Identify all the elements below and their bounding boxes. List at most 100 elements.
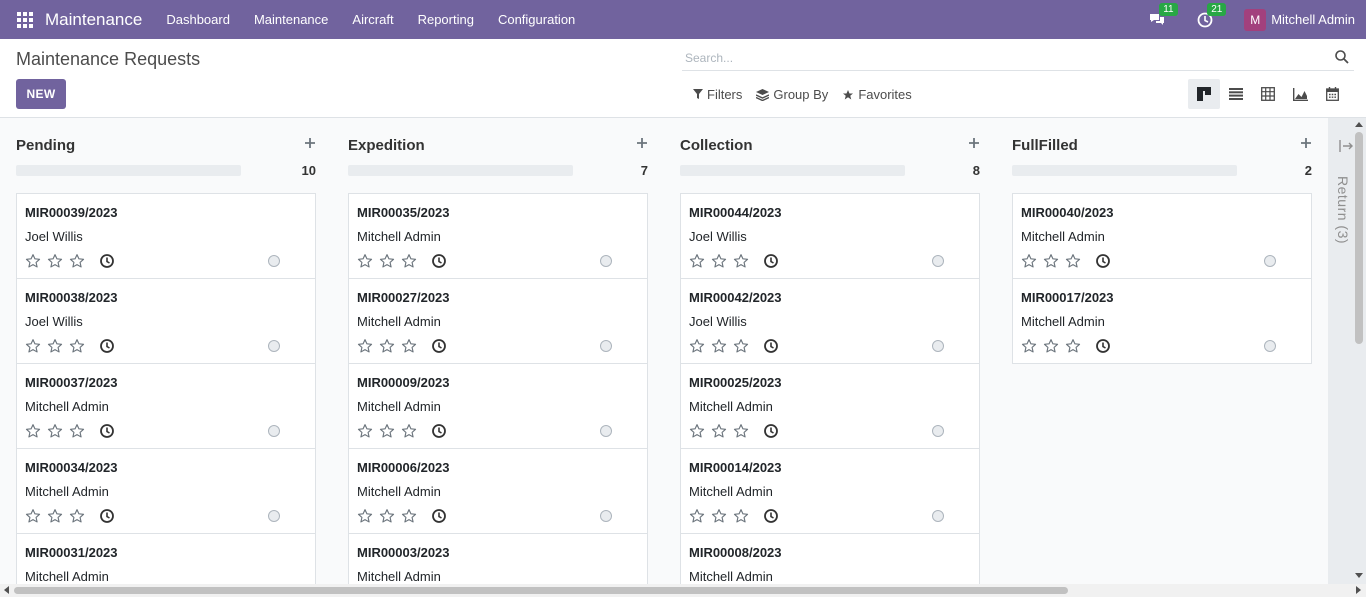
- graph-view-button[interactable]: [1284, 79, 1316, 109]
- priority-star-icon[interactable]: [733, 508, 749, 524]
- menu-dashboard[interactable]: Dashboard: [154, 12, 242, 27]
- activity-clock-icon[interactable]: [763, 253, 779, 269]
- priority-star-icon[interactable]: [711, 253, 727, 269]
- priority-star-icon[interactable]: [733, 253, 749, 269]
- priority-star-icon[interactable]: [1043, 338, 1059, 354]
- kanban-state-indicator[interactable]: [932, 425, 944, 437]
- column-title[interactable]: Collection: [680, 137, 753, 154]
- priority-star-icon[interactable]: [47, 508, 63, 524]
- priority-star-icon[interactable]: [1065, 338, 1081, 354]
- horizontal-scrollbar[interactable]: [0, 584, 1366, 597]
- search-icon[interactable]: [1334, 49, 1350, 65]
- priority-star-icon[interactable]: [357, 338, 373, 354]
- activity-clock-icon[interactable]: [763, 508, 779, 524]
- priority-star-icon[interactable]: [689, 338, 705, 354]
- kanban-card[interactable]: MIR00040/2023 Mitchell Admin: [1012, 193, 1312, 279]
- column-title[interactable]: Pending: [16, 137, 75, 154]
- group-by-button[interactable]: Group By: [749, 85, 835, 104]
- kanban-state-indicator[interactable]: [268, 255, 280, 267]
- priority-star-icon[interactable]: [379, 338, 395, 354]
- calendar-view-button[interactable]: [1316, 79, 1348, 109]
- kanban-card[interactable]: MIR00017/2023 Mitchell Admin: [1012, 278, 1312, 364]
- priority-star-icon[interactable]: [1043, 253, 1059, 269]
- menu-reporting[interactable]: Reporting: [406, 12, 486, 27]
- activity-clock-icon[interactable]: [763, 423, 779, 439]
- kanban-state-indicator[interactable]: [1264, 255, 1276, 267]
- priority-star-icon[interactable]: [69, 253, 85, 269]
- activity-clock-icon[interactable]: [431, 338, 447, 354]
- filters-button[interactable]: Filters: [686, 85, 749, 104]
- horizontal-scrollbar-thumb[interactable]: [14, 587, 1068, 594]
- activities-button[interactable]: 21: [1196, 2, 1227, 29]
- priority-star-icon[interactable]: [711, 423, 727, 439]
- priority-star-icon[interactable]: [379, 253, 395, 269]
- app-name[interactable]: Maintenance: [45, 10, 142, 30]
- priority-star-icon[interactable]: [69, 423, 85, 439]
- priority-star-icon[interactable]: [1021, 338, 1037, 354]
- kanban-card[interactable]: MIR00037/2023 Mitchell Admin: [16, 363, 316, 449]
- pivot-view-button[interactable]: [1252, 79, 1284, 109]
- activity-clock-icon[interactable]: [99, 253, 115, 269]
- activity-clock-icon[interactable]: [99, 338, 115, 354]
- kanban-card[interactable]: MIR00025/2023 Mitchell Admin: [680, 363, 980, 449]
- vertical-scrollbar-thumb[interactable]: [1355, 132, 1363, 344]
- priority-star-icon[interactable]: [733, 338, 749, 354]
- kanban-card[interactable]: MIR00038/2023 Joel Willis: [16, 278, 316, 364]
- kanban-card[interactable]: MIR00039/2023 Joel Willis: [16, 193, 316, 279]
- column-title[interactable]: FullFilled: [1012, 137, 1078, 154]
- folded-column-label[interactable]: Return (3): [1335, 176, 1351, 244]
- kanban-state-indicator[interactable]: [268, 340, 280, 352]
- priority-star-icon[interactable]: [69, 338, 85, 354]
- kanban-card[interactable]: MIR00006/2023 Mitchell Admin: [348, 448, 648, 534]
- priority-star-icon[interactable]: [1021, 253, 1037, 269]
- kanban-card[interactable]: MIR00035/2023 Mitchell Admin: [348, 193, 648, 279]
- priority-star-icon[interactable]: [711, 508, 727, 524]
- priority-star-icon[interactable]: [357, 508, 373, 524]
- kanban-card[interactable]: MIR00008/2023 Mitchell Admin: [680, 533, 980, 584]
- priority-star-icon[interactable]: [47, 423, 63, 439]
- kanban-state-indicator[interactable]: [932, 255, 944, 267]
- add-card-icon[interactable]: [968, 137, 980, 149]
- priority-star-icon[interactable]: [357, 423, 373, 439]
- priority-star-icon[interactable]: [1065, 253, 1081, 269]
- apps-menu-icon[interactable]: [17, 11, 33, 28]
- add-card-icon[interactable]: [1300, 137, 1312, 149]
- priority-star-icon[interactable]: [25, 508, 41, 524]
- priority-star-icon[interactable]: [379, 508, 395, 524]
- unfold-icon[interactable]: [1339, 140, 1353, 152]
- priority-star-icon[interactable]: [401, 338, 417, 354]
- kanban-card[interactable]: MIR00014/2023 Mitchell Admin: [680, 448, 980, 534]
- favorites-button[interactable]: Favorites: [835, 85, 918, 104]
- kanban-state-indicator[interactable]: [268, 425, 280, 437]
- new-button[interactable]: NEW: [16, 79, 66, 109]
- menu-maintenance[interactable]: Maintenance: [242, 12, 340, 27]
- priority-star-icon[interactable]: [689, 508, 705, 524]
- priority-star-icon[interactable]: [357, 253, 373, 269]
- priority-star-icon[interactable]: [25, 423, 41, 439]
- priority-star-icon[interactable]: [25, 338, 41, 354]
- kanban-card[interactable]: MIR00034/2023 Mitchell Admin: [16, 448, 316, 534]
- kanban-state-indicator[interactable]: [600, 255, 612, 267]
- kanban-card[interactable]: MIR00031/2023 Mitchell Admin: [16, 533, 316, 584]
- kanban-state-indicator[interactable]: [600, 340, 612, 352]
- activity-clock-icon[interactable]: [99, 423, 115, 439]
- priority-star-icon[interactable]: [47, 338, 63, 354]
- kanban-state-indicator[interactable]: [600, 425, 612, 437]
- vertical-scrollbar[interactable]: [1352, 118, 1366, 584]
- kanban-state-indicator[interactable]: [932, 340, 944, 352]
- add-card-icon[interactable]: [636, 137, 648, 149]
- kanban-view-button[interactable]: [1188, 79, 1220, 109]
- priority-star-icon[interactable]: [47, 253, 63, 269]
- priority-star-icon[interactable]: [379, 423, 395, 439]
- kanban-card[interactable]: MIR00044/2023 Joel Willis: [680, 193, 980, 279]
- add-card-icon[interactable]: [304, 137, 316, 149]
- activity-clock-icon[interactable]: [1095, 253, 1111, 269]
- priority-star-icon[interactable]: [689, 423, 705, 439]
- priority-star-icon[interactable]: [689, 253, 705, 269]
- priority-star-icon[interactable]: [711, 338, 727, 354]
- column-title[interactable]: Expedition: [348, 137, 425, 154]
- kanban-state-indicator[interactable]: [1264, 340, 1276, 352]
- activity-clock-icon[interactable]: [431, 253, 447, 269]
- priority-star-icon[interactable]: [401, 508, 417, 524]
- list-view-button[interactable]: [1220, 79, 1252, 109]
